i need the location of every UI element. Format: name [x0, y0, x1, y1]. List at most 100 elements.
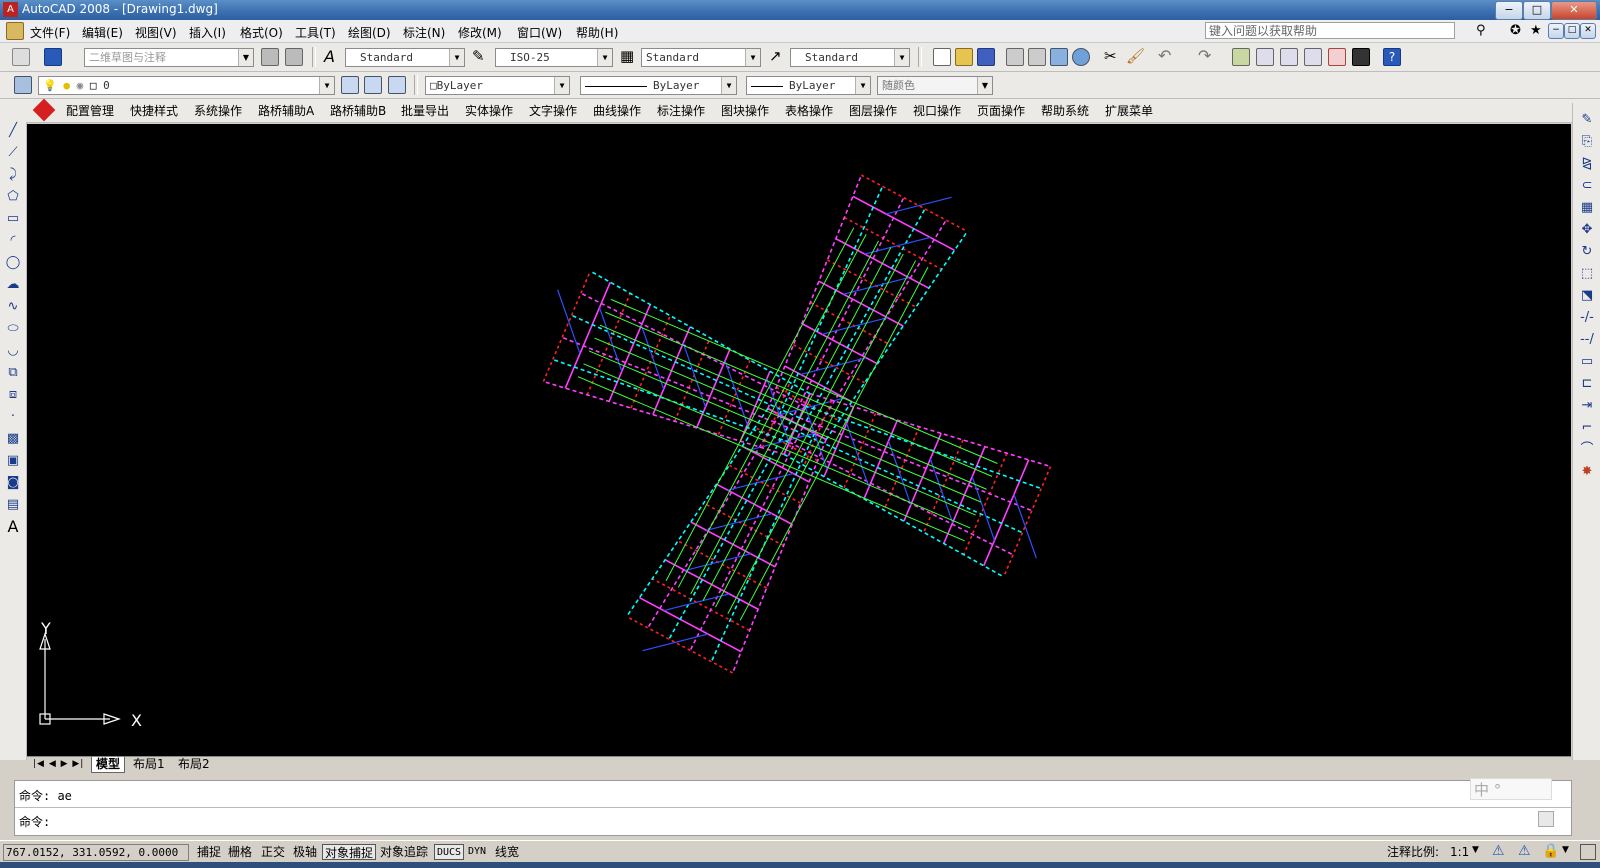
- cmenu-help[interactable]: 帮助系统: [1041, 102, 1089, 119]
- search-icon[interactable]: ⚲: [1476, 23, 1486, 38]
- maximize-button[interactable]: □: [1523, 1, 1551, 20]
- new-icon[interactable]: [933, 48, 951, 66]
- line-icon[interactable]: ╱: [4, 122, 22, 140]
- workspace-select[interactable]: 二维草图与注释 ▼: [84, 48, 254, 67]
- menu-insert[interactable]: 插入(I): [189, 24, 226, 41]
- cmenu-config[interactable]: 配置管理: [66, 102, 114, 119]
- text-style-select[interactable]: Standard ▼: [345, 48, 465, 67]
- anno-scale-dropdown-icon[interactable]: ▼: [1472, 845, 1479, 855]
- ortho-toggle[interactable]: 正交: [259, 844, 287, 860]
- point-icon[interactable]: ·: [4, 408, 22, 426]
- cmenu-text[interactable]: 文字操作: [529, 102, 577, 119]
- ime-toolbar[interactable]: 中 °: [1470, 778, 1552, 800]
- polar-toggle[interactable]: 极轴: [291, 844, 319, 860]
- hatch-icon[interactable]: ▩: [4, 430, 22, 448]
- cmenu-solid[interactable]: 实体操作: [465, 102, 513, 119]
- menu-help[interactable]: 帮助(H): [576, 24, 618, 41]
- multileader-style-icon[interactable]: ↗: [769, 47, 782, 65]
- tab-layout1[interactable]: 布局1: [129, 757, 169, 772]
- array-icon[interactable]: ▦: [1578, 199, 1596, 217]
- cmenu-extend[interactable]: 扩展菜单: [1105, 102, 1153, 119]
- menu-edit[interactable]: 编辑(E): [82, 24, 123, 41]
- layer-previous-icon[interactable]: [364, 76, 382, 94]
- menu-file[interactable]: 文件(F): [30, 24, 70, 41]
- rectangle-icon[interactable]: ▭: [4, 210, 22, 228]
- osnap-toggle[interactable]: 对象捕捉: [322, 844, 377, 860]
- communication-center-icon[interactable]: ✪: [1510, 23, 1521, 38]
- favorites-icon[interactable]: ★: [1530, 23, 1542, 38]
- cmenu-system[interactable]: 系统操作: [194, 102, 242, 119]
- polyline-icon[interactable]: ⤸: [4, 166, 22, 184]
- pan-icon[interactable]: [1232, 48, 1250, 66]
- lineweight-toggle[interactable]: 线宽: [493, 844, 521, 860]
- layer-manager-icon[interactable]: [14, 76, 32, 94]
- revision-cloud-icon[interactable]: ☁: [4, 276, 22, 294]
- menu-format[interactable]: 格式(O): [240, 24, 283, 41]
- workspace-icon[interactable]: [12, 48, 30, 66]
- multileader-style-select[interactable]: Standard ▼: [790, 48, 910, 67]
- copy-icon[interactable]: ⎘: [1578, 133, 1596, 151]
- plot-icon[interactable]: [1006, 48, 1024, 66]
- clean-screen-icon[interactable]: [285, 48, 303, 66]
- annotation-visibility-icon[interactable]: ⚠: [1492, 843, 1505, 859]
- break-icon[interactable]: ▭: [1578, 353, 1596, 371]
- cmenu-batch-export[interactable]: 批量导出: [401, 102, 449, 119]
- move-icon[interactable]: ✥: [1578, 221, 1596, 239]
- table-icon[interactable]: ▤: [4, 496, 22, 514]
- cmenu-viewport[interactable]: 视口操作: [913, 102, 961, 119]
- explode-icon[interactable]: ✸: [1578, 463, 1596, 481]
- toolbar-lock-icon[interactable]: 🔒: [1542, 843, 1559, 859]
- cut-icon[interactable]: ✂: [1104, 47, 1117, 65]
- workspace-settings-icon[interactable]: [44, 48, 62, 66]
- 3d-dwf-icon[interactable]: [1072, 48, 1090, 66]
- linetype-select[interactable]: ByLayer ▼: [580, 76, 737, 95]
- dim-style-icon[interactable]: ✎: [472, 47, 485, 65]
- doc-close-button[interactable]: ✕: [1580, 23, 1596, 39]
- publish-icon[interactable]: [1050, 48, 1068, 66]
- markup-icon[interactable]: [1328, 48, 1346, 66]
- table-style-select[interactable]: Standard ▼: [641, 48, 761, 67]
- clean-screen-toggle[interactable]: [1580, 844, 1596, 860]
- ellipse-arc-icon[interactable]: ◡: [4, 342, 22, 360]
- doc-restore-button[interactable]: □: [1564, 23, 1580, 39]
- multiline-text-icon[interactable]: A: [4, 518, 22, 536]
- cmenu-road-a[interactable]: 路桥辅助A: [258, 102, 314, 119]
- ducs-toggle[interactable]: DUCS: [434, 844, 465, 860]
- text-style-icon[interactable]: A: [324, 47, 335, 66]
- calculator-icon[interactable]: [1352, 48, 1370, 66]
- tool-palettes-icon[interactable]: [1304, 48, 1322, 66]
- save-icon[interactable]: [977, 48, 995, 66]
- erase-icon[interactable]: ✎: [1578, 111, 1596, 129]
- layer-states-icon[interactable]: [388, 76, 406, 94]
- tab-layout2[interactable]: 布局2: [174, 757, 214, 772]
- ellipse-icon[interactable]: ⬭: [4, 320, 22, 338]
- grid-toggle[interactable]: 栅格: [226, 844, 254, 860]
- circle-icon[interactable]: ◯: [4, 254, 22, 272]
- tab-model[interactable]: 模型: [91, 757, 126, 773]
- construction-line-icon[interactable]: ⟋: [4, 144, 22, 162]
- menu-view[interactable]: 视图(V): [135, 24, 177, 41]
- menu-draw[interactable]: 绘图(D): [348, 24, 391, 41]
- arc-icon[interactable]: ◜: [4, 232, 22, 250]
- cmenu-page[interactable]: 页面操作: [977, 102, 1025, 119]
- stretch-icon[interactable]: ⬔: [1578, 287, 1596, 305]
- help-search-input[interactable]: 键入问题以获取帮助: [1205, 22, 1455, 39]
- trim-icon[interactable]: -/-: [1578, 309, 1596, 327]
- make-block-icon[interactable]: ⧈: [4, 386, 22, 404]
- minimize-button[interactable]: −: [1495, 1, 1523, 20]
- cmenu-layer[interactable]: 图层操作: [849, 102, 897, 119]
- join-icon[interactable]: ⇥: [1578, 397, 1596, 415]
- insert-block-icon[interactable]: ⧉: [4, 364, 22, 382]
- plotstyle-select[interactable]: 随颜色 ▼: [877, 76, 993, 95]
- region-icon[interactable]: ◙: [4, 474, 22, 492]
- lineweight-select[interactable]: ByLayer ▼: [746, 76, 871, 95]
- otrack-toggle[interactable]: 对象追踪: [378, 844, 430, 860]
- color-select[interactable]: □ByLayer ▼: [425, 76, 570, 95]
- autocad-app-icon[interactable]: A: [3, 2, 18, 17]
- extend-icon[interactable]: --/: [1578, 331, 1596, 349]
- spline-icon[interactable]: ∿: [4, 298, 22, 316]
- undo-icon[interactable]: ↶: [1158, 46, 1171, 65]
- coordinate-display[interactable]: 767.0152, 331.0592, 0.0000: [3, 844, 189, 861]
- plot-preview-icon[interactable]: [1028, 48, 1046, 66]
- cmenu-block[interactable]: 图块操作: [721, 102, 769, 119]
